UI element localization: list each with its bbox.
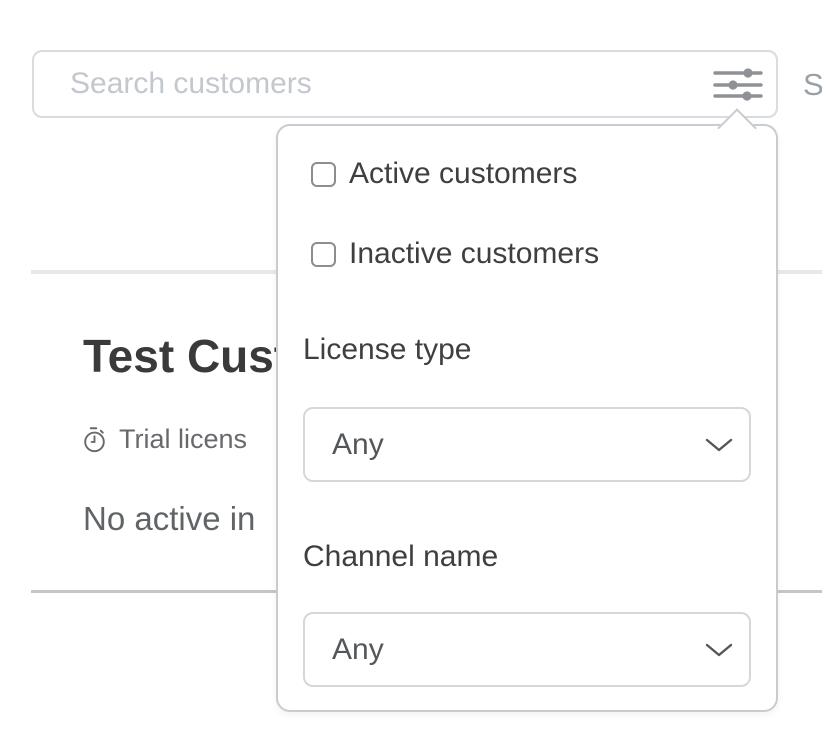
chevron-down-icon	[705, 437, 733, 453]
timer-icon	[81, 426, 108, 454]
customer-name-title: Test Cust	[83, 333, 289, 379]
search-box	[32, 50, 778, 118]
license-type-select[interactable]: Any	[303, 407, 751, 482]
channel-name-select[interactable]: Any	[303, 612, 751, 687]
customer-status-text: No active in	[83, 500, 255, 538]
filter-button[interactable]	[708, 58, 768, 110]
license-type-select-value: Any	[305, 428, 705, 462]
active-customers-checkbox-row[interactable]: Active customers	[311, 158, 577, 190]
license-type-text: Trial licens	[119, 424, 247, 455]
inactive-customers-checkbox-row[interactable]: Inactive customers	[311, 238, 599, 270]
active-customers-label: Active customers	[349, 158, 577, 190]
inactive-customers-checkbox[interactable]	[311, 242, 336, 267]
sort-label-fragment: S	[803, 68, 822, 102]
filter-popover: Active customers Inactive customers Lice…	[276, 124, 778, 712]
customers-screen: S Test Cust Trial licens No active in Ac…	[0, 0, 822, 756]
chevron-down-icon	[705, 642, 733, 658]
license-row: Trial licens	[81, 424, 247, 455]
channel-name-select-value: Any	[305, 633, 705, 667]
active-customers-checkbox[interactable]	[311, 162, 336, 187]
sliders-icon	[713, 65, 763, 103]
search-input[interactable]	[34, 52, 776, 116]
inactive-customers-label: Inactive customers	[349, 238, 599, 270]
channel-name-field-label: Channel name	[303, 541, 498, 573]
license-type-field-label: License type	[303, 334, 471, 366]
